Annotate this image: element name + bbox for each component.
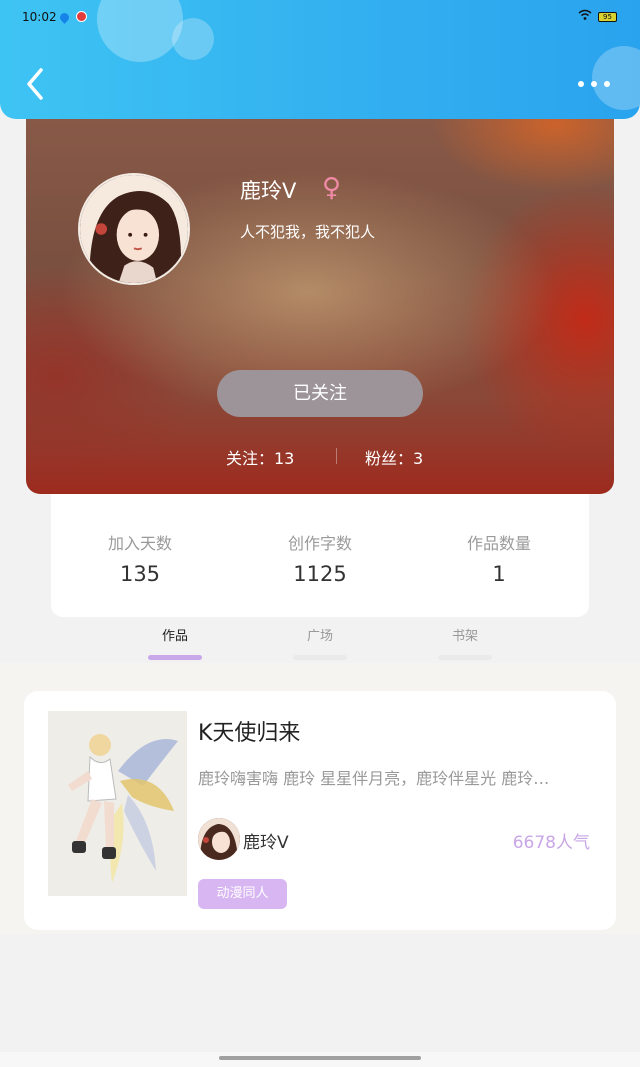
profile-bio: 人不犯我，我不犯人 bbox=[240, 223, 376, 241]
battery-icon: 95 bbox=[598, 12, 617, 22]
book-cover[interactable] bbox=[48, 711, 187, 896]
tab-indicator bbox=[148, 655, 202, 660]
metric-value: 135 bbox=[119, 562, 161, 586]
genre-tag[interactable]: 动漫同人 bbox=[198, 879, 287, 909]
metric-value: 1 bbox=[492, 562, 506, 586]
tab-indicator bbox=[293, 655, 347, 660]
book-title[interactable]: K天使归来 bbox=[198, 715, 300, 747]
tab-indicator bbox=[438, 655, 492, 660]
tab-works[interactable]: 作品 bbox=[135, 625, 215, 660]
profile-card: 鹿玲V ♀ 人不犯我，我不犯人 已关注 关注：13 粉丝：3 bbox=[26, 105, 614, 494]
avatar[interactable] bbox=[78, 173, 190, 285]
stats-divider bbox=[336, 448, 337, 464]
metric-label: 创作字数 bbox=[287, 534, 352, 553]
follow-stats: 关注：13 粉丝：3 bbox=[26, 445, 614, 469]
notification-app-icon bbox=[76, 11, 87, 22]
author-avatar[interactable] bbox=[198, 818, 240, 860]
profile-tabs: 作品 广场 书架 bbox=[0, 617, 640, 663]
home-indicator[interactable] bbox=[219, 1056, 421, 1060]
back-button[interactable] bbox=[20, 66, 50, 102]
metric-label: 加入天数 bbox=[107, 534, 172, 553]
book-card[interactable]: K天使归来 鹿玲嗨害嗨 鹿玲 星星伴月亮，鹿玲伴星光 鹿玲… 鹿玲V 6678人… bbox=[24, 691, 616, 930]
followed-button[interactable]: 已关注 bbox=[217, 370, 423, 417]
status-time: 10:02 bbox=[22, 10, 57, 24]
water-drop-icon bbox=[58, 11, 71, 24]
book-description: 鹿玲嗨害嗨 鹿玲 星星伴月亮，鹿玲伴星光 鹿玲… bbox=[198, 769, 550, 788]
author-name[interactable]: 鹿玲V bbox=[243, 828, 289, 853]
tab-label: 广场 bbox=[306, 629, 333, 644]
tab-square[interactable]: 广场 bbox=[280, 625, 360, 660]
metric-label: 作品数量 bbox=[466, 534, 531, 553]
metric-works-count: 作品数量 1 bbox=[429, 530, 569, 586]
tab-label: 作品 bbox=[161, 629, 188, 644]
metrics-card: 加入天数 135 创作字数 1125 作品数量 1 bbox=[51, 494, 589, 617]
more-horizontal-icon bbox=[578, 81, 584, 87]
profile-name: 鹿玲V bbox=[240, 179, 297, 203]
tab-bookshelf[interactable]: 书架 bbox=[425, 625, 505, 660]
fans-count[interactable]: 粉丝：3 bbox=[365, 445, 423, 469]
female-gender-icon: ♀ bbox=[322, 173, 342, 203]
tab-label: 书架 bbox=[451, 629, 478, 644]
following-count[interactable]: 关注：13 bbox=[226, 445, 294, 469]
popularity-count: 6678人气 bbox=[512, 833, 590, 853]
metric-value: 1125 bbox=[293, 562, 347, 586]
metric-join-days: 加入天数 135 bbox=[70, 530, 210, 586]
more-options-button[interactable] bbox=[574, 72, 614, 96]
status-bar: 10:02 95 bbox=[0, 0, 640, 34]
metric-word-count: 创作字数 1125 bbox=[250, 530, 390, 586]
chevron-left-icon bbox=[27, 68, 43, 100]
wifi-icon bbox=[578, 9, 592, 24]
